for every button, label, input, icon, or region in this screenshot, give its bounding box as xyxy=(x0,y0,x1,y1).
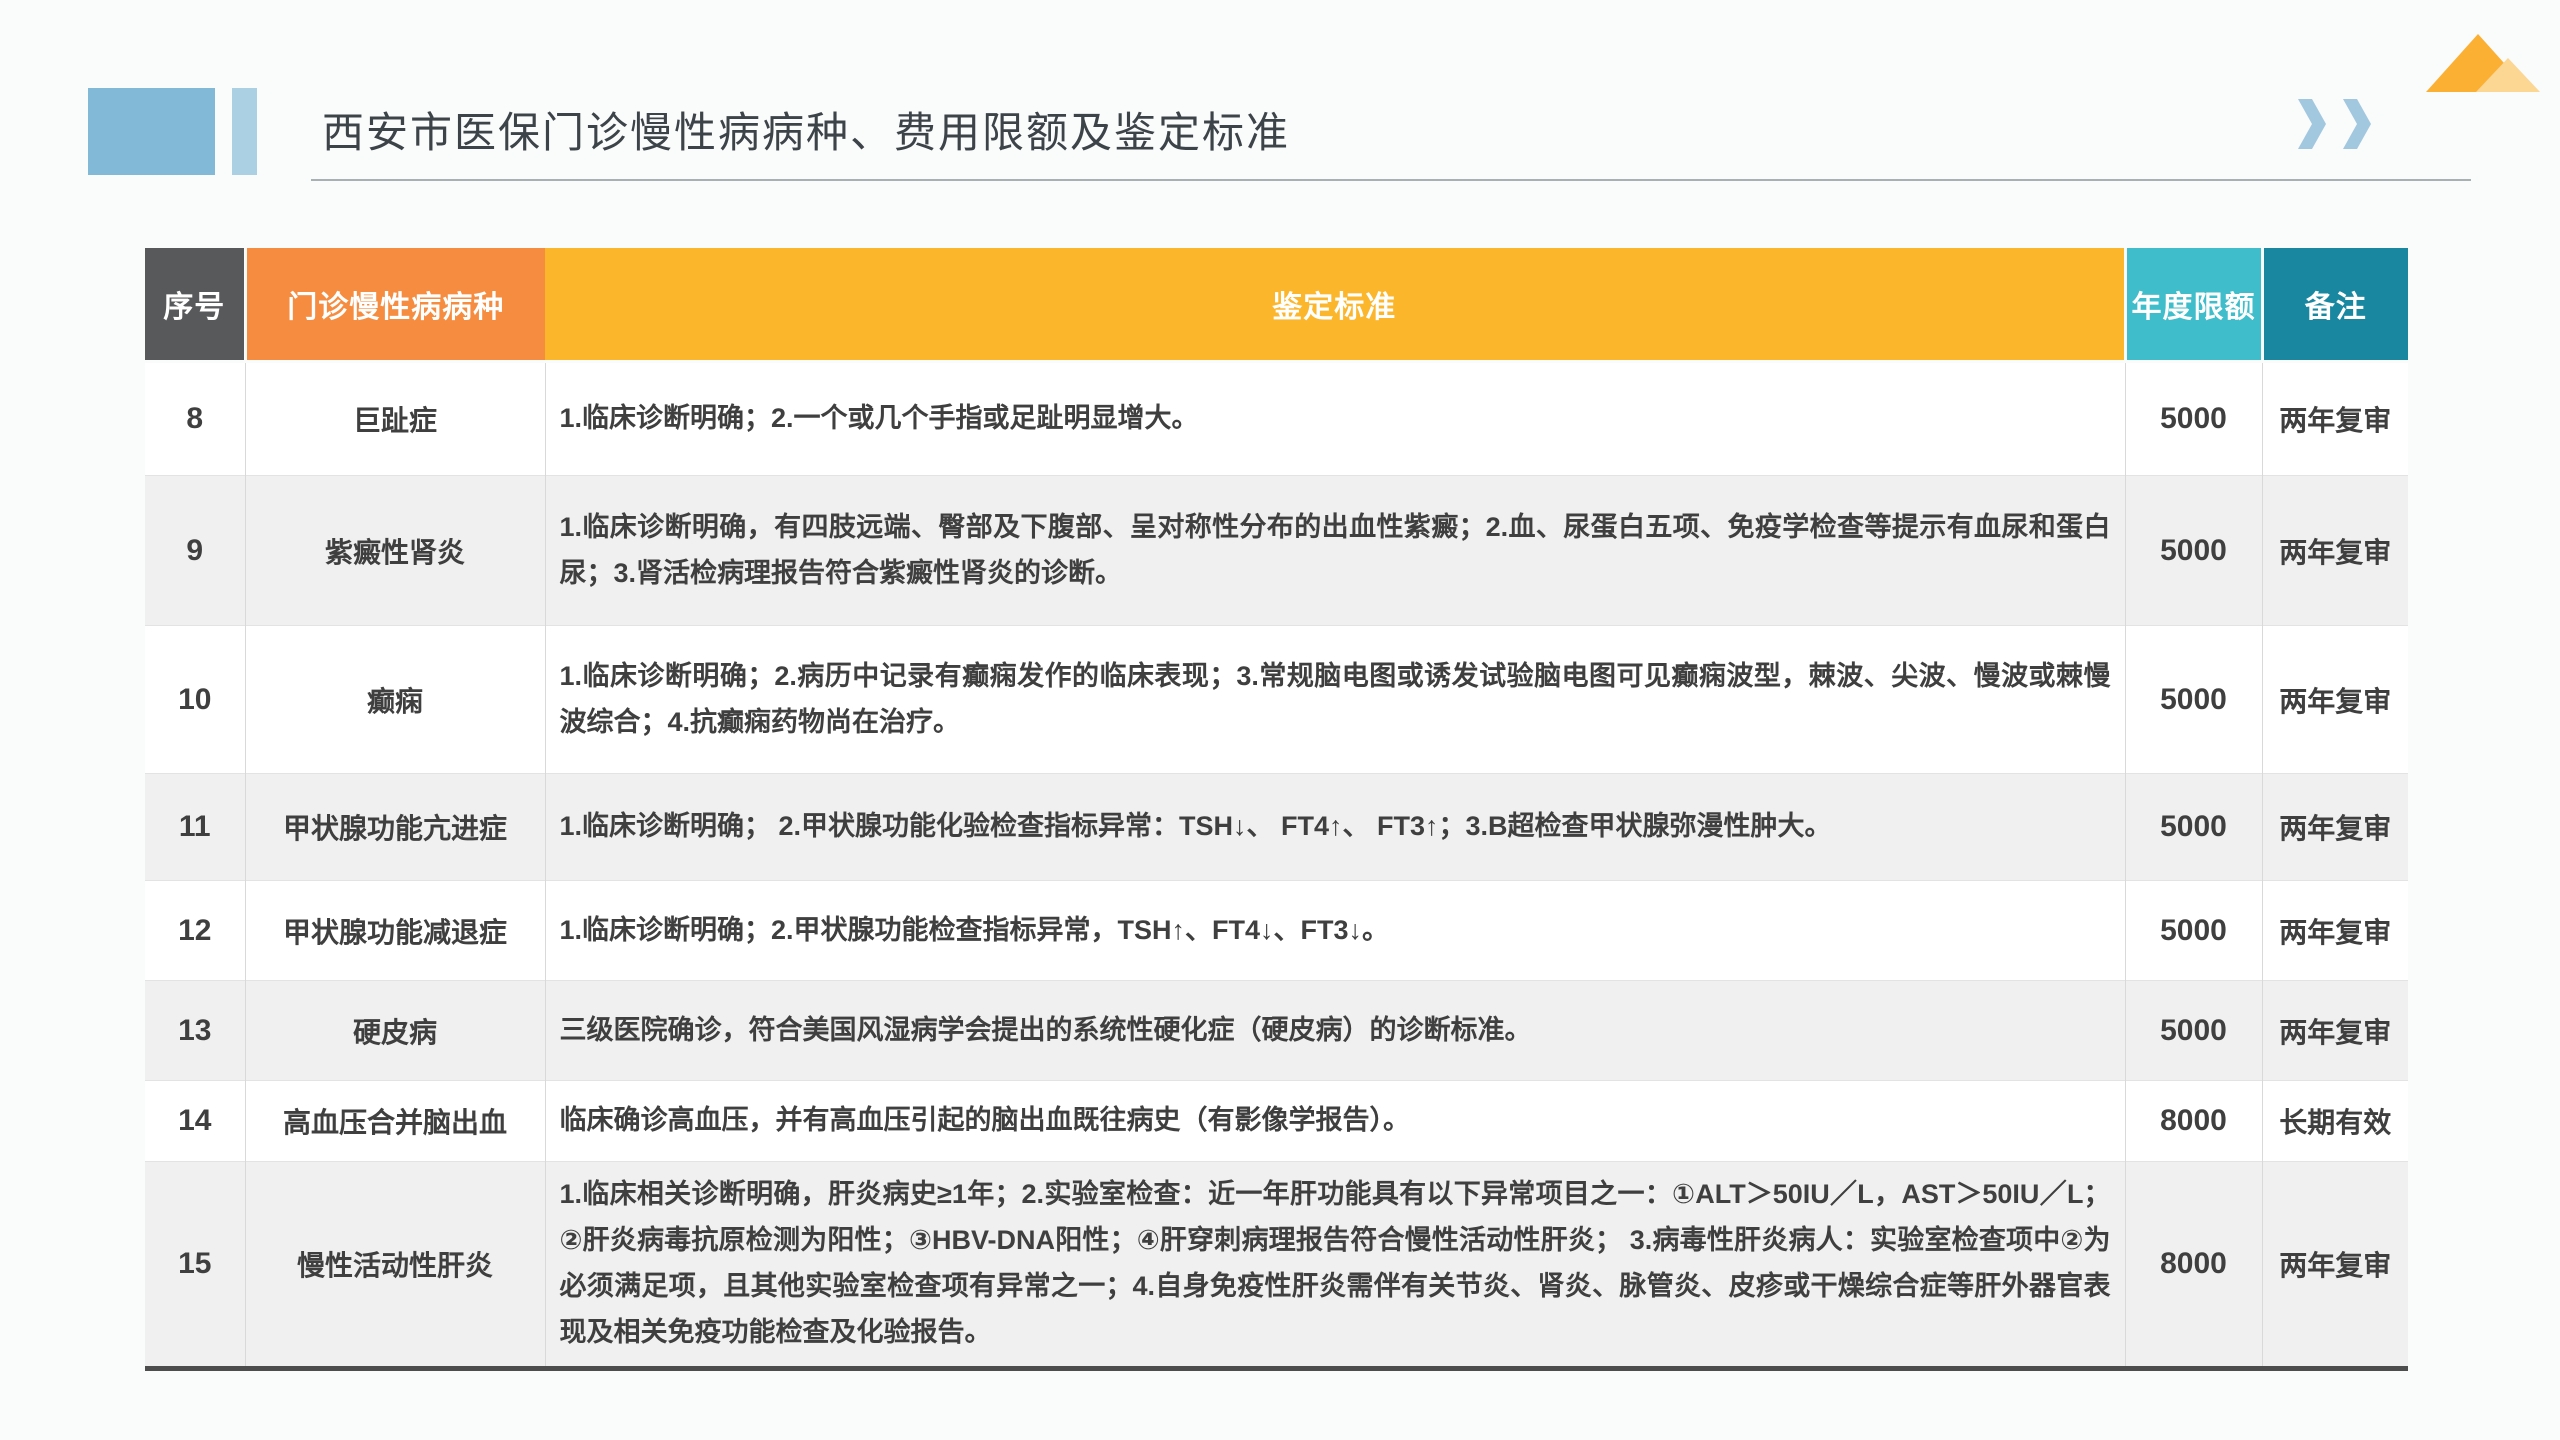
note-cell: 两年复审 xyxy=(2262,981,2408,1081)
header-note: 备注 xyxy=(2262,248,2408,362)
table-row: 13 硬皮病 三级医院确诊，符合美国风湿病学会提出的系统性硬化症（硬皮病）的诊断… xyxy=(145,981,2408,1081)
standard-cell: 1.临床诊断明确；2.甲状腺功能检查指标异常，TSH↑、FT4↓、FT3↓。 xyxy=(545,881,2125,981)
standard-cell: 1.临床相关诊断明确，肝炎病史≥1年；2.实验室检查：近一年肝功能具有以下异常项… xyxy=(545,1162,2125,1369)
annual-limit-cell: 5000 xyxy=(2125,881,2262,981)
header-standard: 鉴定标准 xyxy=(545,248,2125,362)
table-row: 9 紫癜性肾炎 1.临床诊断明确，有四肢远端、臀部及下腹部、呈对称性分布的出血性… xyxy=(145,476,2408,626)
page-title: 西安市医保门诊慢性病病种、费用限额及鉴定标准 xyxy=(322,99,1290,160)
row-number-cell: 15 xyxy=(145,1162,245,1369)
note-cell: 两年复审 xyxy=(2262,476,2408,626)
row-number-cell: 10 xyxy=(145,626,245,774)
title-underline xyxy=(311,179,2471,181)
row-number-cell: 14 xyxy=(145,1081,245,1162)
disease-name-cell: 癫痫 xyxy=(245,626,545,774)
header-disease: 门诊慢性病病种 xyxy=(245,248,545,362)
title-accent-bar xyxy=(88,88,215,175)
table-header-row: 序号 门诊慢性病病种 鉴定标准 年度限额 备注 xyxy=(145,248,2408,362)
double-chevron-right-icon xyxy=(2298,99,2374,154)
row-number-cell: 12 xyxy=(145,881,245,981)
row-number-cell: 8 xyxy=(145,362,245,476)
annual-limit-cell: 5000 xyxy=(2125,476,2262,626)
annual-limit-cell: 8000 xyxy=(2125,1081,2262,1162)
header-limit: 年度限额 xyxy=(2125,248,2262,362)
disease-name-cell: 巨趾症 xyxy=(245,362,545,476)
note-cell: 两年复审 xyxy=(2262,774,2408,881)
table-row: 14 高血压合并脑出血 临床确诊高血压，并有高血压引起的脑出血既往病史（有影像学… xyxy=(145,1081,2408,1162)
mountain-icon xyxy=(2422,28,2544,99)
chronic-disease-table: 序号 门诊慢性病病种 鉴定标准 年度限额 备注 8 巨趾症 1.临床诊断明确；2… xyxy=(145,248,2408,1371)
disease-name-cell: 硬皮病 xyxy=(245,981,545,1081)
disease-name-cell: 甲状腺功能减退症 xyxy=(245,881,545,981)
table-row: 11 甲状腺功能亢进症 1.临床诊断明确； 2.甲状腺功能化验检查指标异常：TS… xyxy=(145,774,2408,881)
row-number-cell: 11 xyxy=(145,774,245,881)
standard-cell: 1.临床诊断明确，有四肢远端、臀部及下腹部、呈对称性分布的出血性紫癜；2.血、尿… xyxy=(545,476,2125,626)
table-row: 8 巨趾症 1.临床诊断明确；2.一个或几个手指或足趾明显增大。 5000 两年… xyxy=(145,362,2408,476)
annual-limit-cell: 5000 xyxy=(2125,626,2262,774)
standard-cell: 临床确诊高血压，并有高血压引起的脑出血既往病史（有影像学报告）。 xyxy=(545,1081,2125,1162)
note-cell: 长期有效 xyxy=(2262,1081,2408,1162)
table-row: 10 癫痫 1.临床诊断明确；2.病历中记录有癫痫发作的临床表现；3.常规脑电图… xyxy=(145,626,2408,774)
standard-cell: 三级医院确诊，符合美国风湿病学会提出的系统性硬化症（硬皮病）的诊断标准。 xyxy=(545,981,2125,1081)
header-no: 序号 xyxy=(145,248,245,362)
note-cell: 两年复审 xyxy=(2262,626,2408,774)
standard-cell: 1.临床诊断明确；2.病历中记录有癫痫发作的临床表现；3.常规脑电图或诱发试验脑… xyxy=(545,626,2125,774)
annual-limit-cell: 5000 xyxy=(2125,362,2262,476)
row-number-cell: 13 xyxy=(145,981,245,1081)
disease-name-cell: 甲状腺功能亢进症 xyxy=(245,774,545,881)
disease-name-cell: 紫癜性肾炎 xyxy=(245,476,545,626)
row-number-cell: 9 xyxy=(145,476,245,626)
annual-limit-cell: 5000 xyxy=(2125,774,2262,881)
note-cell: 两年复审 xyxy=(2262,881,2408,981)
annual-limit-cell: 8000 xyxy=(2125,1162,2262,1369)
table-row: 12 甲状腺功能减退症 1.临床诊断明确；2.甲状腺功能检查指标异常，TSH↑、… xyxy=(145,881,2408,981)
disease-name-cell: 高血压合并脑出血 xyxy=(245,1081,545,1162)
table-row: 15 慢性活动性肝炎 1.临床相关诊断明确，肝炎病史≥1年；2.实验室检查：近一… xyxy=(145,1162,2408,1369)
annual-limit-cell: 5000 xyxy=(2125,981,2262,1081)
note-cell: 两年复审 xyxy=(2262,362,2408,476)
standard-cell: 1.临床诊断明确；2.一个或几个手指或足趾明显增大。 xyxy=(545,362,2125,476)
title-accent-bar-thin xyxy=(232,88,257,175)
note-cell: 两年复审 xyxy=(2262,1162,2408,1369)
standard-cell: 1.临床诊断明确； 2.甲状腺功能化验检查指标异常：TSH↓、 FT4↑、 FT… xyxy=(545,774,2125,881)
disease-name-cell: 慢性活动性肝炎 xyxy=(245,1162,545,1369)
